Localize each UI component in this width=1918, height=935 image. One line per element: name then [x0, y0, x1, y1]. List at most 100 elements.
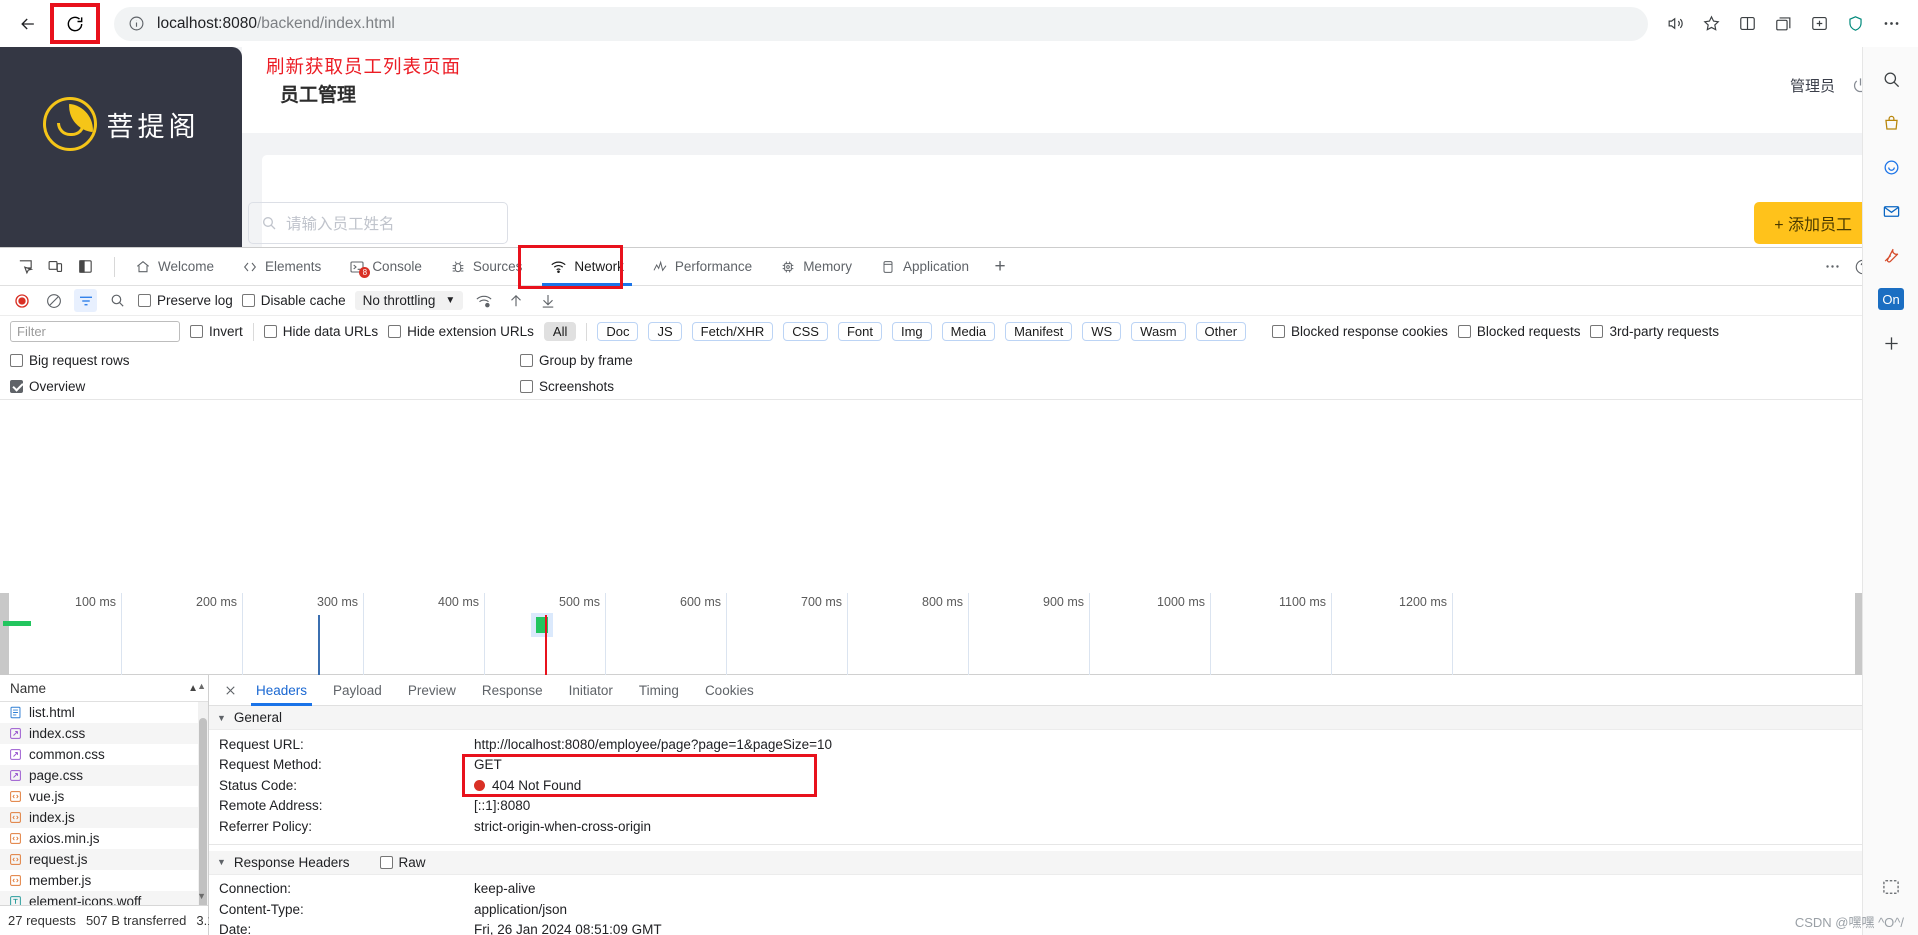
- chevron-down-icon[interactable]: ▼: [445, 295, 455, 306]
- filter-type-img[interactable]: Img: [891, 322, 932, 341]
- screenshot-capture-icon[interactable]: [1863, 865, 1918, 909]
- tab-memory[interactable]: Memory: [766, 248, 866, 286]
- on-badge[interactable]: On: [1863, 277, 1918, 321]
- blocked-response-cookies-box[interactable]: [1272, 325, 1286, 338]
- list-item[interactable]: list.html: [0, 702, 208, 723]
- group-by-frame-checkbox[interactable]: Group by frame: [520, 353, 633, 368]
- detail-tab-initiator[interactable]: Initiator: [556, 675, 626, 706]
- detail-tab-preview[interactable]: Preview: [395, 675, 469, 706]
- screenshots-box[interactable]: [520, 379, 533, 393]
- detail-tab-cookies[interactable]: Cookies: [692, 675, 767, 706]
- list-item[interactable]: common.css: [0, 744, 208, 765]
- filter-type-font[interactable]: Font: [837, 322, 882, 341]
- filter-type-ws[interactable]: WS: [1082, 322, 1122, 341]
- filter-type-js[interactable]: JS: [648, 322, 682, 341]
- favorite-star-icon[interactable]: [1694, 8, 1728, 40]
- third-party-requests-box[interactable]: [1590, 325, 1604, 338]
- tab-application[interactable]: Application: [866, 248, 983, 286]
- close-icon[interactable]: [217, 677, 243, 703]
- add-employee-button[interactable]: + 添加员工: [1754, 202, 1872, 244]
- address-bar[interactable]: localhost:8080/backend/index.html: [114, 6, 1648, 41]
- site-info-icon[interactable]: [128, 15, 145, 32]
- hide-extension-urls-box[interactable]: [388, 325, 402, 338]
- raw-response-box[interactable]: [379, 855, 393, 869]
- filter-type-wasm[interactable]: Wasm: [1131, 322, 1186, 341]
- search-icon[interactable]: [106, 289, 129, 312]
- tab-sources[interactable]: Sources: [436, 248, 537, 286]
- add-panel-button[interactable]: +: [983, 256, 1017, 278]
- overview-box[interactable]: [10, 379, 23, 393]
- requests-scrollbar[interactable]: [198, 702, 208, 935]
- scroll-down-icon[interactable]: ▼: [197, 891, 206, 901]
- tab-performance[interactable]: Performance: [638, 248, 766, 286]
- filter-type-css[interactable]: CSS: [783, 322, 828, 341]
- detail-tab-response[interactable]: Response: [469, 675, 556, 706]
- list-item[interactable]: element-icons.woff: [0, 891, 208, 905]
- split-screen-icon[interactable]: [1730, 8, 1764, 40]
- network-overview-timeline[interactable]: 100 ms 200 ms 300 ms 400 ms 500 ms 600 m…: [0, 593, 1918, 675]
- invert-checkbox[interactable]: Invert: [190, 324, 243, 339]
- device-toolbar-icon[interactable]: [42, 254, 68, 280]
- raw-response-checkbox[interactable]: Raw: [379, 855, 426, 870]
- screenshots-checkbox[interactable]: Screenshots: [520, 379, 614, 394]
- collections-icon[interactable]: [1766, 8, 1800, 40]
- list-item[interactable]: axios.min.js: [0, 828, 208, 849]
- browser-essentials-icon[interactable]: [1838, 8, 1872, 40]
- read-aloud-icon[interactable]: [1658, 8, 1692, 40]
- inspect-element-icon[interactable]: [12, 254, 38, 280]
- reload-button[interactable]: [50, 2, 100, 44]
- filter-input[interactable]: Filter: [10, 321, 180, 342]
- filter-type-doc[interactable]: Doc: [597, 322, 639, 341]
- hide-data-urls-box[interactable]: [263, 325, 277, 338]
- blocked-response-cookies-checkbox[interactable]: Blocked response cookies: [1272, 324, 1448, 339]
- list-item[interactable]: request.js: [0, 849, 208, 870]
- tab-welcome[interactable]: Welcome: [121, 248, 228, 286]
- import-har-icon[interactable]: [504, 289, 527, 312]
- tab-elements[interactable]: Elements: [228, 248, 335, 286]
- chevron-down-icon[interactable]: ▼: [217, 713, 226, 723]
- add-icon[interactable]: [1863, 321, 1918, 365]
- filter-type-media[interactable]: Media: [941, 322, 996, 341]
- list-item[interactable]: page.css: [0, 765, 208, 786]
- add-tab-icon[interactable]: [1802, 8, 1836, 40]
- preserve-log-checkbox[interactable]: Preserve log: [138, 293, 233, 308]
- filter-type-other[interactable]: Other: [1195, 322, 1247, 341]
- dock-side-icon[interactable]: [72, 254, 98, 280]
- overview-checkbox[interactable]: Overview: [10, 379, 85, 394]
- export-har-icon[interactable]: [536, 289, 559, 312]
- tools-icon[interactable]: [1863, 233, 1918, 277]
- group-by-frame-box[interactable]: [520, 353, 533, 367]
- search-input[interactable]: 请输入员工姓名: [248, 202, 508, 244]
- detail-tab-payload[interactable]: Payload: [320, 675, 395, 706]
- clear-circle-icon[interactable]: [42, 289, 65, 312]
- back-button[interactable]: [10, 9, 46, 39]
- preserve-log-box[interactable]: [138, 294, 151, 307]
- shopping-bag-icon[interactable]: [1863, 101, 1918, 145]
- search-icon[interactable]: [1863, 57, 1918, 101]
- blocked-requests-box[interactable]: [1457, 325, 1471, 338]
- outlook-icon[interactable]: [1863, 189, 1918, 233]
- list-item[interactable]: index.css: [0, 723, 208, 744]
- third-party-requests-checkbox[interactable]: 3rd-party requests: [1590, 324, 1719, 339]
- requests-list[interactable]: list.html index.css common.css page.css …: [0, 702, 208, 905]
- disable-cache-box[interactable]: [241, 294, 255, 307]
- list-item[interactable]: vue.js: [0, 786, 208, 807]
- network-conditions-icon[interactable]: [472, 289, 495, 312]
- general-section-header[interactable]: ▼ General: [209, 706, 1918, 730]
- tab-network[interactable]: Network: [536, 248, 638, 286]
- throttling-dropdown[interactable]: No throttling ▼: [354, 291, 464, 310]
- overview-handle-left[interactable]: [0, 593, 9, 675]
- invert-box[interactable]: [190, 325, 203, 338]
- hide-extension-urls-checkbox[interactable]: Hide extension URLs: [388, 324, 534, 339]
- copilot-icon[interactable]: [1863, 145, 1918, 189]
- detail-tab-timing[interactable]: Timing: [626, 675, 692, 706]
- blocked-requests-checkbox[interactable]: Blocked requests: [1457, 324, 1580, 339]
- chevron-down-icon[interactable]: ▼: [217, 857, 226, 867]
- settings-more-icon[interactable]: [1874, 8, 1908, 40]
- disable-cache-checkbox[interactable]: Disable cache: [241, 293, 346, 308]
- scroll-up-icon[interactable]: ▲: [197, 681, 206, 691]
- more-options-icon[interactable]: [1818, 253, 1846, 281]
- big-request-rows-box[interactable]: [10, 353, 23, 367]
- big-request-rows-checkbox[interactable]: Big request rows: [10, 353, 130, 368]
- list-item[interactable]: member.js: [0, 870, 208, 891]
